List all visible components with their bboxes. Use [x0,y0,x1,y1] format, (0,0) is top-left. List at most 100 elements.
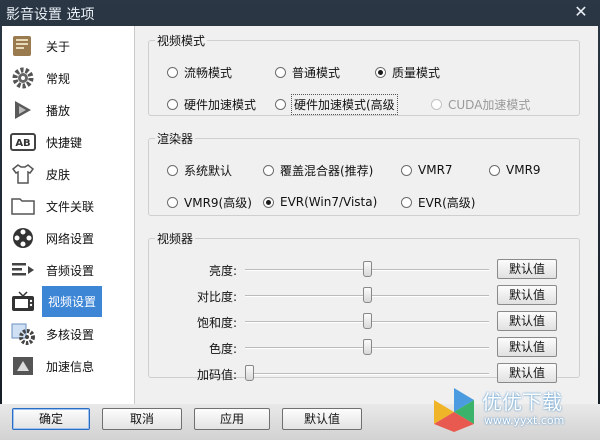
sidebar-item-label: 加速信息 [46,360,95,374]
slider-label: 加码值: [196,368,237,382]
radio-evr-advanced[interactable]: EVR(高级) [401,193,476,211]
play-icon [15,101,31,119]
renderer-group: 渲染器 系统默认 覆盖混合器(推荐) VMR7 VMR9 VMR9(高级) EV… [148,130,580,216]
radio-dot [167,196,178,208]
sidebar-item-network[interactable]: 网络设置 [8,224,128,252]
reset-default-button[interactable]: 默认值 [497,363,557,383]
radio-dot [263,164,274,176]
sidebar-item-label: 皮肤 [46,168,71,182]
tshirt-icon [11,164,35,184]
sidebar-item-label: 音频设置 [46,264,95,278]
apply-button[interactable]: 应用 [194,408,270,430]
sidebar-item-label: 网络设置 [46,232,95,246]
keyboard-ab-icon: AB [10,133,36,151]
video-settings-panel: 视频模式 流畅模式 普通模式 质量模式 硬件加速模式 硬件加速模式(高级 CUD… [142,26,592,404]
radio-label: 流畅模式 [184,65,233,80]
radio-dot [401,164,412,176]
radio-smooth-mode[interactable]: 流畅模式 [167,63,232,81]
title-bar[interactable]: 影音设置 选项 ✕ [0,0,600,26]
slider-row: 饱和度: 默认值 [149,311,589,333]
radio-label: VMR9(高级) [184,195,252,210]
sidebar-item-skins[interactable]: 皮肤 [8,160,128,188]
cancel-button[interactable]: 取消 [102,408,182,430]
slider-thumb[interactable] [362,313,372,329]
sidebar-item-about[interactable]: 关于 [8,32,128,60]
close-button[interactable]: ✕ [572,3,590,21]
video-adjust-group: 视频器 亮度: 默认值 对比度: 默认值 饱和度: 默认值 色度: 默认值 加码值: 默认值 [148,230,580,383]
radio-overlay-mixer[interactable]: 覆盖混合器(推荐) [263,161,373,179]
watermark-logo-icon [434,388,474,432]
settings-window: 影音设置 选项 ✕ 关于 常规 播放 AB 快捷键 皮肤 文件关联 网络设置 音… [0,0,600,440]
sidebar-item-label: 关于 [46,40,71,54]
slider-thumb[interactable] [245,365,254,381]
watermark-text: 优优下载 [482,390,562,414]
radio-dot [263,196,274,208]
radio-vmr7[interactable]: VMR7 [401,161,453,179]
reset-default-button[interactable]: 默认值 [497,311,557,331]
radio-system-default[interactable]: 系统默认 [167,161,232,179]
slider-track[interactable] [245,373,489,375]
radio-evr[interactable]: EVR(Win7/Vista) [263,193,377,211]
sidebar-item-label: 快捷键 [46,136,83,150]
sidebar-item-label: 文件关联 [46,200,95,214]
radio-vmr9[interactable]: VMR9 [489,161,541,179]
renderer-legend: 渲染器 [157,132,194,146]
ok-button[interactable]: 确定 [12,408,90,430]
radio-label: EVR(高级) [418,195,476,210]
reset-default-button[interactable]: 默认值 [497,285,557,305]
radio-cuda-mode[interactable]: CUDA加速模式 [431,95,530,113]
video-mode-legend: 视频模式 [157,34,206,48]
radio-label: VMR7 [418,163,453,177]
reset-default-button[interactable]: 默认值 [497,337,557,357]
reset-default-button[interactable]: 默认值 [497,259,557,279]
radio-label: VMR9 [506,163,541,177]
video-adjust-legend: 视频器 [157,232,194,246]
sidebar-item-general[interactable]: 常规 [8,64,128,92]
slider-row: 对比度: 默认值 [149,285,589,307]
slider-label: 亮度: [208,264,237,278]
sidebar-item-hotkeys[interactable]: AB 快捷键 [8,128,128,156]
radio-dot [275,66,286,78]
accelerate-icon [13,357,33,375]
radio-hw-accel-mode[interactable]: 硬件加速模式 [167,95,256,113]
radio-normal-mode[interactable]: 普通模式 [275,63,340,81]
radio-label: 质量模式 [392,65,441,80]
radio-vmr9-advanced[interactable]: VMR9(高级) [167,193,252,211]
radio-dot [375,66,386,78]
sidebar-item-file-assoc[interactable]: 文件关联 [8,192,128,220]
slider-thumb[interactable] [362,339,372,355]
film-reel-icon [13,228,33,248]
radio-hw-accel-advanced[interactable]: 硬件加速模式(高级 [275,93,398,115]
sidebar-item-label: 多核设置 [46,328,95,342]
radio-dot [275,98,286,110]
radio-quality-mode[interactable]: 质量模式 [375,63,440,81]
radio-dot [167,98,178,110]
sidebar-item-audio[interactable]: 音频设置 [8,256,128,284]
radio-dot [489,164,500,176]
sidebar: 关于 常规 播放 AB 快捷键 皮肤 文件关联 网络设置 音频设置 视频设置 多… [2,26,135,404]
radio-dot [167,164,178,176]
radio-label: EVR(Win7/Vista) [280,195,378,209]
audio-lines-icon [12,263,34,276]
sidebar-item-label: 常规 [46,72,71,86]
slider-label: 对比度: [196,290,237,304]
gear-icon [12,67,34,89]
sidebar-item-playback[interactable]: 播放 [8,96,128,124]
client-area: 关于 常规 播放 AB 快捷键 皮肤 文件关联 网络设置 音频设置 视频设置 多… [2,26,598,404]
folder-icon [11,198,35,215]
sidebar-item-video[interactable]: 视频设置 [8,286,128,317]
slider-row: 亮度: 默认值 [149,259,589,281]
slider-thumb[interactable] [362,287,372,303]
sidebar-item-accel-info[interactable]: 加速信息 [8,352,128,380]
default-button[interactable]: 默认值 [282,408,362,430]
watermark: 优优下载 www.yyxt.com [430,384,595,436]
sidebar-item-label: 播放 [46,104,71,118]
slider-thumb[interactable] [362,261,372,277]
radio-label: 硬件加速模式 [184,97,257,112]
radio-label: 硬件加速模式(高级 [291,93,398,115]
tv-icon [12,291,34,311]
slider-label: 色度: [208,342,237,356]
sidebar-item-multicore[interactable]: 多核设置 [8,320,128,348]
radio-dot [401,196,412,208]
radio-label: CUDA加速模式 [448,97,531,112]
